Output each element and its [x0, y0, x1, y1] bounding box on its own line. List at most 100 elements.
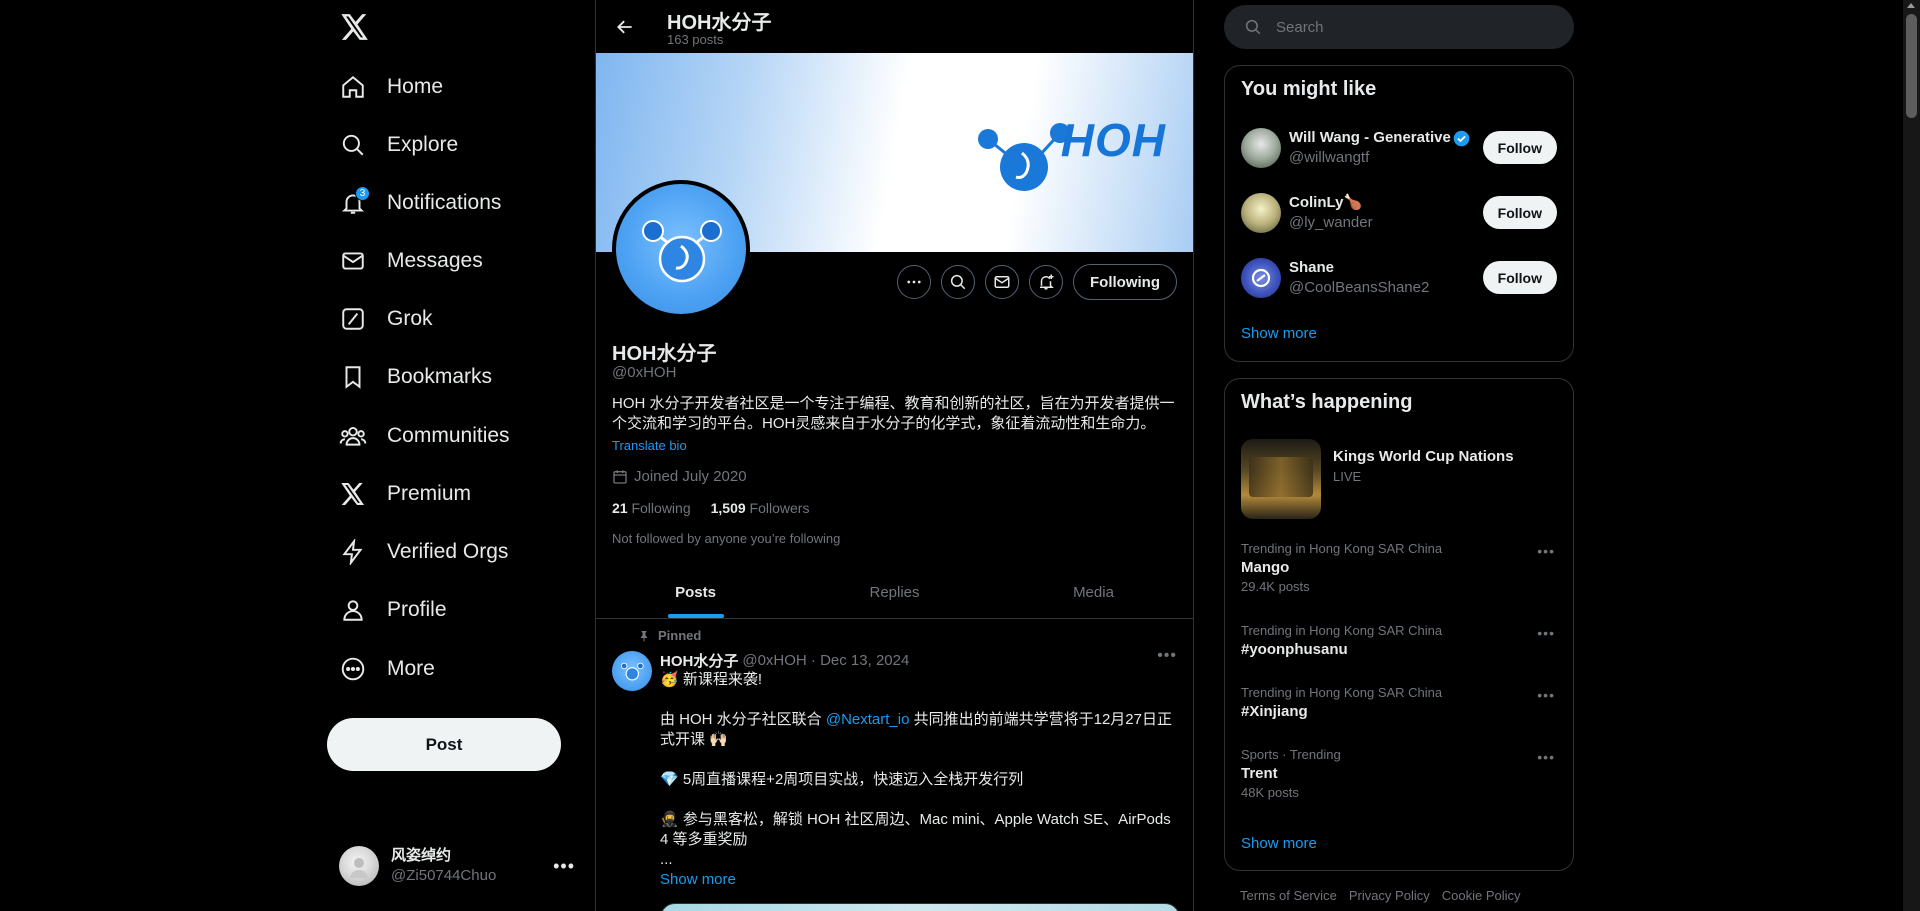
- nav-profile[interactable]: Profile: [327, 584, 459, 636]
- nav-label: More: [387, 657, 435, 680]
- bookmark-icon: [339, 363, 367, 391]
- left-navigation: Home Explore 3 Notifications Messages Gr…: [327, 0, 595, 911]
- trend-item[interactable]: Sports · Trending Trent 48K posts •••: [1225, 747, 1573, 809]
- account-names: 风姿绰约 @Zi50744Chuo: [391, 846, 496, 886]
- not-followed-note: Not followed by anyone you’re following: [612, 531, 841, 546]
- follow-button[interactable]: Follow: [1482, 261, 1557, 294]
- back-arrow-icon[interactable]: [608, 10, 642, 44]
- follow-stats: 21 Following 1,509 Followers: [612, 500, 829, 516]
- nav-premium[interactable]: Premium: [327, 468, 483, 520]
- search-input[interactable]: [1276, 18, 1536, 36]
- profile-name: HOH水分子: [612, 343, 717, 365]
- nav-more[interactable]: More: [327, 643, 447, 695]
- trend-context: Sports · Trending: [1241, 747, 1341, 762]
- suggested-user-handle: @CoolBeansShane2: [1289, 279, 1430, 296]
- scrollbar-thumb[interactable]: [1906, 14, 1917, 118]
- show-more-link[interactable]: Show more: [660, 870, 1180, 890]
- cookie-link[interactable]: Cookie Policy: [1442, 888, 1521, 903]
- profile-avatar[interactable]: [612, 180, 750, 318]
- show-more-link[interactable]: Show more: [1241, 325, 1317, 342]
- page-title: HOH水分子: [667, 12, 772, 34]
- following-button[interactable]: Following: [1073, 264, 1177, 300]
- account-switcher[interactable]: 风姿绰约 @Zi50744Chuo •••: [327, 836, 575, 896]
- privacy-link[interactable]: Privacy Policy: [1349, 888, 1430, 903]
- trend-item[interactable]: Trending in Hong Kong SAR China Mango 29…: [1225, 541, 1573, 603]
- live-event[interactable]: Kings World Cup Nations LIVE: [1241, 439, 1557, 519]
- post-body: 🥳 新课程来袭! 由 HOH 水分子社区联合 @Nextart_io 共同推出的…: [660, 670, 1180, 890]
- suggested-user-name: Shane: [1289, 259, 1335, 276]
- posts-count: 163 posts: [667, 32, 724, 47]
- pin-icon: [641, 630, 647, 642]
- follow-button[interactable]: Follow: [1482, 196, 1557, 229]
- calendar-icon: [613, 469, 627, 484]
- pinned-post[interactable]: Pinned HOH水分子 @0xHOH · Dec 13, 2024 ••• …: [596, 619, 1193, 911]
- molecule-logo-icon: [642, 220, 722, 283]
- profile-actions: Following: [887, 264, 1177, 300]
- nav-communities[interactable]: Communities: [327, 410, 522, 462]
- follow-button[interactable]: Follow: [1482, 131, 1557, 164]
- more-options-button[interactable]: [897, 265, 932, 299]
- trend-topic: Mango: [1241, 559, 1290, 576]
- trend-more-icon[interactable]: •••: [1537, 625, 1555, 641]
- nav-label: Communities: [387, 424, 510, 447]
- search-profile-button[interactable]: [941, 265, 976, 299]
- trend-more-icon[interactable]: •••: [1537, 749, 1555, 765]
- translate-bio-link[interactable]: Translate bio: [612, 438, 687, 453]
- suggested-user[interactable]: ColinLy🍗 @ly_wander Follow: [1225, 181, 1573, 245]
- profile-tabs: Posts Replies Media: [596, 566, 1193, 619]
- suggested-user[interactable]: Will Wang - Generative @willwangtf Follo…: [1225, 116, 1573, 180]
- card-title: What’s happening: [1241, 391, 1413, 413]
- tab-replies[interactable]: Replies: [795, 566, 994, 618]
- trend-item[interactable]: Trending in Hong Kong SAR China #yoonphu…: [1225, 623, 1573, 685]
- nav-explore[interactable]: Explore: [327, 119, 470, 171]
- post-header: HOH水分子 @0xHOH · Dec 13, 2024: [660, 650, 909, 671]
- nav-bookmarks[interactable]: Bookmarks: [327, 351, 504, 403]
- lightning-icon: [339, 538, 367, 566]
- nav-home[interactable]: Home: [327, 61, 455, 113]
- post-author-avatar[interactable]: [612, 651, 652, 691]
- post-button[interactable]: Post: [327, 718, 561, 771]
- post-meta[interactable]: @0xHOH · Dec 13, 2024: [742, 652, 909, 669]
- nav-verified-orgs[interactable]: Verified Orgs: [327, 526, 520, 578]
- footer-links: Terms of Service Privacy Policy Cookie P…: [1240, 888, 1533, 903]
- trend-topic: #yoonphusanu: [1241, 641, 1348, 658]
- mention-link[interactable]: @Nextart_io: [826, 711, 910, 728]
- search-box[interactable]: [1224, 5, 1574, 49]
- tab-posts[interactable]: Posts: [596, 566, 795, 618]
- following-stat[interactable]: 21 Following: [612, 500, 691, 516]
- trend-more-icon[interactable]: •••: [1537, 543, 1555, 559]
- trend-context: Trending in Hong Kong SAR China: [1241, 623, 1443, 638]
- avatar: [1241, 128, 1281, 168]
- message-button[interactable]: [985, 265, 1020, 299]
- profile-column: HOH水分子 163 posts HOH Following HOH水分子 @0…: [595, 0, 1194, 911]
- post-media[interactable]: [660, 903, 1180, 911]
- post-more-icon[interactable]: •••: [1157, 647, 1177, 665]
- trend-more-icon[interactable]: •••: [1537, 687, 1555, 703]
- grok-icon: [339, 305, 367, 333]
- nav-grok[interactable]: Grok: [327, 293, 445, 345]
- home-icon: [339, 73, 367, 101]
- nav-label: Home: [387, 75, 444, 98]
- nav-notifications[interactable]: 3 Notifications: [327, 177, 513, 229]
- bell-icon: 3: [339, 186, 370, 217]
- search-icon: [1245, 19, 1261, 35]
- suggested-user-handle: @ly_wander: [1289, 214, 1373, 231]
- notify-bell-button[interactable]: [1029, 265, 1064, 299]
- show-more-link[interactable]: Show more: [1241, 835, 1317, 852]
- page-scrollbar[interactable]: [1903, 0, 1920, 911]
- envelope-icon: [339, 247, 367, 275]
- more-dots-icon: •••: [553, 856, 575, 876]
- followers-stat[interactable]: 1,509 Followers: [711, 500, 810, 516]
- x-logo-icon[interactable]: [339, 10, 371, 44]
- nav-label: Premium: [387, 482, 472, 505]
- terms-link[interactable]: Terms of Service: [1240, 888, 1337, 903]
- post-author-name[interactable]: HOH水分子: [660, 650, 738, 671]
- trend-item[interactable]: Trending in Hong Kong SAR China #Xinjian…: [1225, 685, 1573, 747]
- tab-media[interactable]: Media: [994, 566, 1193, 618]
- joined-text: Joined July 2020: [634, 468, 747, 485]
- suggested-user[interactable]: Shane @CoolBeansShane2 Follow: [1225, 246, 1573, 310]
- suggested-user-handle: @willwangtf: [1289, 149, 1370, 166]
- scroll-up-arrow-icon[interactable]: [1907, 3, 1915, 8]
- nav-messages[interactable]: Messages: [327, 235, 495, 287]
- avatar: [339, 846, 379, 886]
